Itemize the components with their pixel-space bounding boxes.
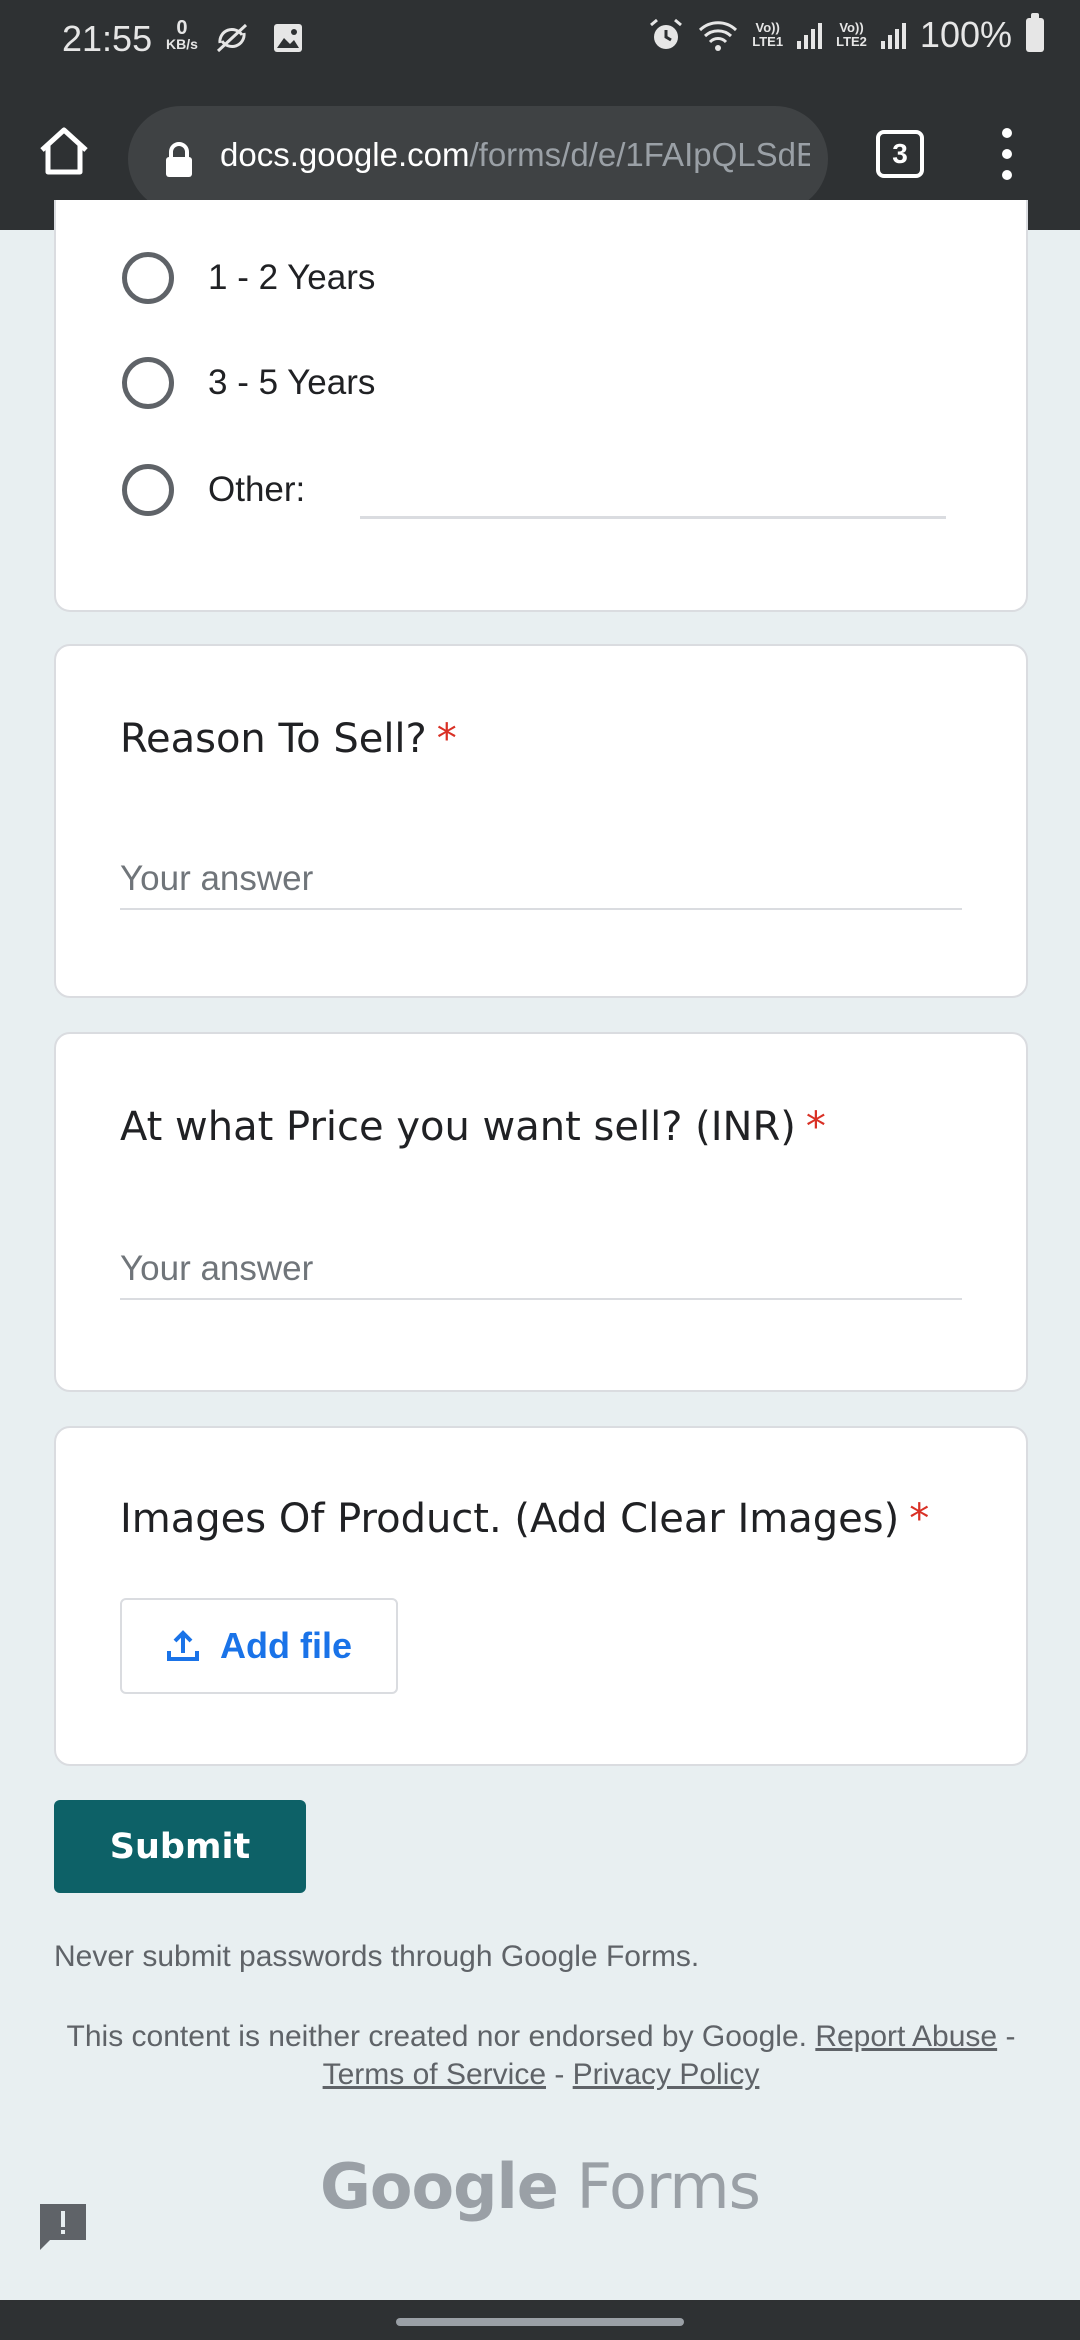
question-card-images: Images Of Product. (Add Clear Images) * A… [54, 1426, 1028, 1766]
answer-field[interactable] [120, 850, 962, 910]
home-icon[interactable] [36, 124, 92, 180]
question-card-reason: Reason To Sell? * [54, 644, 1028, 998]
add-file-button[interactable]: Add file [120, 1598, 398, 1694]
feedback-icon[interactable] [36, 2200, 90, 2254]
required-asterisk: * [805, 1104, 826, 1150]
footer-disclaimer: This content is neither created nor endo… [66, 2020, 1016, 2091]
radio-label: Other: [208, 470, 306, 509]
price-input[interactable] [120, 1240, 962, 1298]
radio-label: 1 - 2 Years [208, 258, 376, 297]
network-speed: 0 KB/s [166, 17, 198, 52]
radio-option-other[interactable]: Other: [122, 464, 305, 516]
reason-input[interactable] [120, 850, 962, 908]
url-text: docs.google.com/forms/d/e/1FAIpQLSdEy0! [220, 136, 810, 173]
question-title: Reason To Sell? * [120, 716, 457, 762]
address-bar[interactable]: docs.google.com/forms/d/e/1FAIpQLSdEy0! [128, 106, 828, 212]
system-nav-bar [0, 2300, 1080, 2340]
image-icon [274, 24, 302, 52]
other-text-input[interactable] [360, 516, 946, 519]
question-title: At what Price you want sell? (INR) * [120, 1104, 826, 1150]
radio-button[interactable] [122, 357, 174, 409]
required-asterisk: * [909, 1496, 930, 1542]
lock-icon [166, 142, 192, 177]
answer-field[interactable] [120, 1240, 962, 1300]
question-card-experience: 1 - 2 Years 3 - 5 Years Other: [54, 200, 1028, 612]
sim2-label: Vo)) LTE2 [836, 20, 867, 49]
status-bar: 21:55 0 KB/s Vo)) LTE1 Vo)) LTE2 100% [0, 0, 1080, 78]
overflow-menu-icon[interactable] [990, 122, 1024, 186]
tab-switcher-button[interactable]: 3 [876, 130, 924, 178]
no-sync-icon [216, 23, 248, 53]
password-warning: Never submit passwords through Google Fo… [54, 1940, 700, 1973]
radio-option[interactable]: 3 - 5 Years [122, 357, 375, 409]
clock: 21:55 [62, 18, 153, 59]
question-title: Images Of Product. (Add Clear Images) * [120, 1496, 930, 1542]
signal-icon [880, 21, 906, 49]
submit-button[interactable]: Submit [54, 1800, 306, 1893]
privacy-link[interactable]: Privacy Policy [573, 2058, 760, 2091]
gesture-handle[interactable] [396, 2318, 684, 2326]
report-abuse-link[interactable]: Report Abuse [815, 2020, 997, 2053]
terms-link[interactable]: Terms of Service [323, 2058, 546, 2091]
signal-icon [797, 21, 823, 49]
radio-label: 3 - 5 Years [208, 363, 376, 402]
alarm-icon [650, 18, 683, 49]
battery-icon [1026, 13, 1044, 52]
radio-option[interactable]: 1 - 2 Years [122, 252, 375, 304]
upload-icon [167, 1630, 199, 1661]
required-asterisk: * [436, 716, 457, 762]
sim1-label: Vo)) LTE1 [752, 20, 784, 49]
battery-percent: 100% [919, 14, 1012, 55]
radio-button[interactable] [122, 464, 174, 516]
radio-button[interactable] [122, 252, 174, 304]
google-forms-logo[interactable]: Google Forms [0, 2150, 1080, 2223]
question-card-price: At what Price you want sell? (INR) * [54, 1032, 1028, 1392]
wifi-icon [699, 21, 738, 51]
